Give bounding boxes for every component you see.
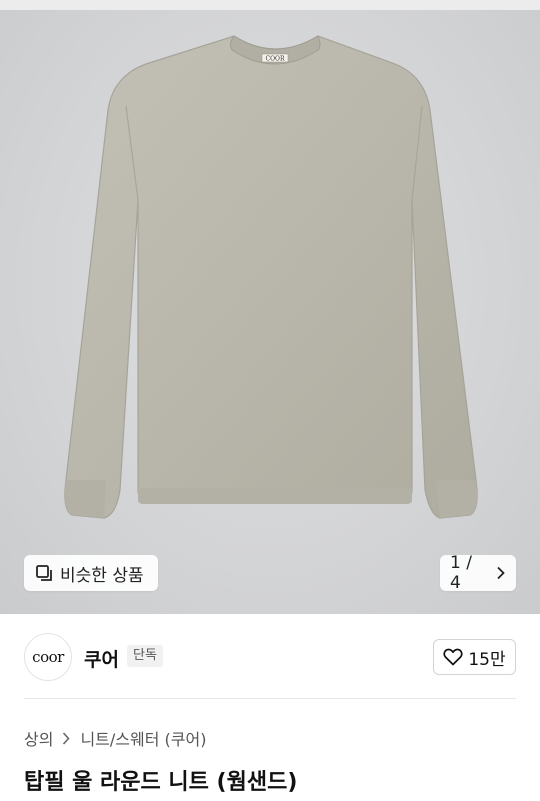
divider	[24, 698, 516, 699]
image-counter-button[interactable]: 1 / 4	[440, 553, 516, 593]
chevron-right-icon	[63, 731, 71, 745]
breadcrumb-subcategory[interactable]: 니트/스웨터 (쿠어)	[80, 726, 206, 750]
brand-name[interactable]: 쿠어	[84, 645, 119, 672]
product-image: COOR	[64, 35, 478, 519]
brand-row: coor 쿠어 단독 15만	[0, 630, 540, 686]
similar-items-icon	[36, 565, 52, 581]
brand-logo-text: coor	[32, 648, 64, 666]
heart-icon	[443, 648, 463, 666]
product-image-gallery[interactable]: COOR 비슷한 상품 1 / 4	[0, 10, 540, 614]
breadcrumb-category[interactable]: 상의	[24, 726, 53, 750]
status-strip	[0, 0, 540, 10]
like-button[interactable]: 15만	[433, 639, 516, 675]
chevron-right-icon	[497, 566, 505, 580]
exclusive-badge: 단독	[127, 645, 163, 667]
garment-label: COOR	[266, 56, 285, 63]
similar-products-button[interactable]: 비슷한 상품	[24, 555, 158, 591]
similar-products-label: 비슷한 상품	[60, 565, 144, 586]
product-title: 탑필 울 라운드 니트 (웜샌드)	[24, 770, 298, 795]
image-counter: 1 / 4	[450, 553, 472, 593]
breadcrumb: 상의 니트/스웨터 (쿠어)	[24, 726, 206, 750]
brand-logo[interactable]: coor	[24, 633, 72, 681]
like-count: 15만	[468, 649, 506, 670]
